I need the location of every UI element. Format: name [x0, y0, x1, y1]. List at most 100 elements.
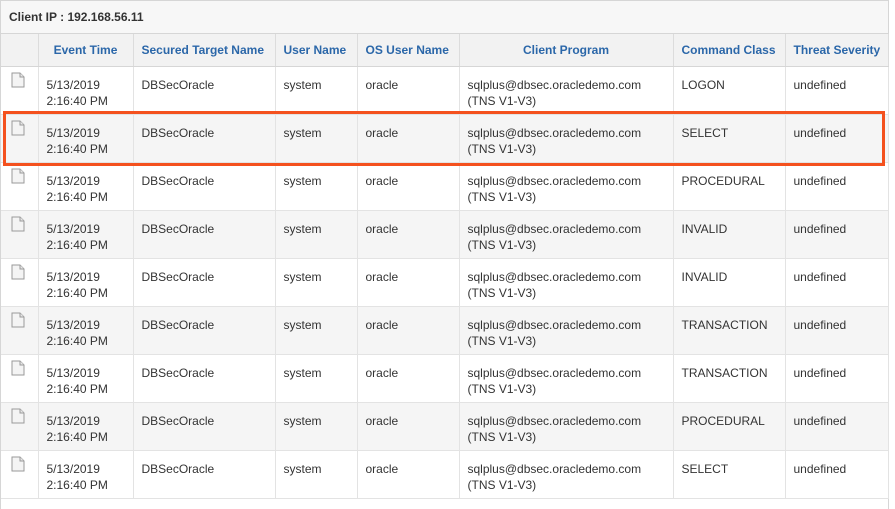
table-row[interactable]: 5/13/2019 2:16:40 PM DBSecOracle system orac…: [1, 354, 889, 403]
column-header-secured-target[interactable]: Secured Target Name: [133, 34, 276, 67]
secured-target-cell: DBSecOracle: [133, 402, 276, 451]
client-program-cell: sqlplus@dbsec.oracledemo.com (TNS V1-V3): [459, 258, 674, 307]
document-icon[interactable]: [11, 216, 25, 232]
table-row[interactable]: 5/13/2019 2:16:40 PM DBSecOracle system orac…: [1, 66, 889, 115]
document-icon[interactable]: [11, 360, 25, 376]
event-time-cell: 5/13/2019 2:16:40 PM: [38, 162, 134, 211]
event-date: 5/13/2019: [46, 318, 100, 332]
user-name-cell: system: [275, 306, 358, 355]
command-class-cell: INVALID: [673, 210, 786, 259]
command-class-cell: TRANSACTION: [673, 354, 786, 403]
row-icon-cell[interactable]: [1, 66, 39, 115]
table-row[interactable]: 5/13/2019 2:16:40 PM DBSecOracle system orac…: [1, 210, 889, 259]
event-date: 5/13/2019: [46, 366, 100, 380]
row-icon-cell[interactable]: [1, 210, 39, 259]
client-program-cell: sqlplus@dbsec.oracledemo.com (TNS V1-V3): [459, 402, 674, 451]
client-program-protocol: (TNS V1-V3): [467, 334, 537, 348]
client-ip-header: Client IP : 192.168.56.11: [1, 1, 888, 34]
client-program-line: sqlplus@dbsec.oracledemo.com: [467, 126, 642, 140]
table-row[interactable]: 5/13/2019 2:16:40 PM DBSecOracle system orac…: [1, 114, 889, 163]
os-user-name-cell: oracle: [357, 450, 460, 499]
event-time-cell: 5/13/2019 2:16:40 PM: [38, 354, 134, 403]
event-time: 2:16:40 PM: [46, 142, 108, 156]
document-icon[interactable]: [11, 168, 25, 184]
user-name-cell: system: [275, 66, 358, 115]
row-icon-cell[interactable]: [1, 162, 39, 211]
table-row[interactable]: 5/13/2019 2:16:40 PM DBSecOracle system orac…: [1, 258, 889, 307]
client-program-protocol: (TNS V1-V3): [467, 478, 537, 492]
secured-target-cell: DBSecOracle: [133, 258, 276, 307]
client-program-cell: sqlplus@dbsec.oracledemo.com (TNS V1-V3): [459, 114, 674, 163]
os-user-name-cell: oracle: [357, 210, 460, 259]
client-program-protocol: (TNS V1-V3): [467, 430, 537, 444]
command-class-cell: INVALID: [673, 258, 786, 307]
threat-severity-cell: undefined: [785, 402, 889, 451]
column-header-os-user-name[interactable]: OS User Name: [357, 34, 460, 67]
command-class-cell: LOGON: [673, 66, 786, 115]
secured-target-cell: DBSecOracle: [133, 162, 276, 211]
os-user-name-cell: oracle: [357, 402, 460, 451]
client-program-cell: sqlplus@dbsec.oracledemo.com (TNS V1-V3): [459, 162, 674, 211]
row-icon-cell[interactable]: [1, 402, 39, 451]
row-icon-cell[interactable]: [1, 306, 39, 355]
threat-severity-cell: undefined: [785, 210, 889, 259]
audit-events-panel: Client IP : 192.168.56.11 Event Time Sec…: [0, 0, 889, 509]
event-time-cell: 5/13/2019 2:16:40 PM: [38, 66, 134, 115]
command-class-cell: TRANSACTION: [673, 306, 786, 355]
event-time-cell: 5/13/2019 2:16:40 PM: [38, 258, 134, 307]
row-icon-cell[interactable]: [1, 450, 39, 499]
user-name-cell: system: [275, 258, 358, 307]
client-program-cell: sqlplus@dbsec.oracledemo.com (TNS V1-V3): [459, 306, 674, 355]
event-time-cell: 5/13/2019 2:16:40 PM: [38, 402, 134, 451]
table-row[interactable]: 5/13/2019 2:16:40 PM DBSecOracle system orac…: [1, 306, 889, 355]
command-class-cell: SELECT: [673, 114, 786, 163]
document-icon[interactable]: [11, 312, 25, 328]
row-icon-cell[interactable]: [1, 354, 39, 403]
document-icon[interactable]: [11, 408, 25, 424]
os-user-name-cell: oracle: [357, 114, 460, 163]
client-program-protocol: (TNS V1-V3): [467, 142, 537, 156]
table-row[interactable]: 5/13/2019 2:16:40 PM DBSecOracle system orac…: [1, 450, 889, 499]
command-class-cell: PROCEDURAL: [673, 162, 786, 211]
column-header-user-name[interactable]: User Name: [275, 34, 358, 67]
event-time: 2:16:40 PM: [46, 190, 108, 204]
row-icon-cell[interactable]: [1, 114, 39, 163]
column-header-event-time[interactable]: Event Time: [38, 34, 134, 67]
user-name-cell: system: [275, 210, 358, 259]
event-time: 2:16:40 PM: [46, 94, 108, 108]
client-program-line: sqlplus@dbsec.oracledemo.com: [467, 270, 642, 284]
user-name-cell: system: [275, 402, 358, 451]
document-icon[interactable]: [11, 264, 25, 280]
command-class-cell: SELECT: [673, 450, 786, 499]
secured-target-cell: DBSecOracle: [133, 210, 276, 259]
secured-target-cell: DBSecOracle: [133, 66, 276, 115]
threat-severity-cell: undefined: [785, 114, 889, 163]
column-header-client-program[interactable]: Client Program: [459, 34, 674, 67]
table-row[interactable]: 5/13/2019 2:16:40 PM DBSecOracle system orac…: [1, 402, 889, 451]
client-program-cell: sqlplus@dbsec.oracledemo.com (TNS V1-V3): [459, 354, 674, 403]
event-time: 2:16:40 PM: [46, 382, 108, 396]
document-icon[interactable]: [11, 120, 25, 136]
threat-severity-cell: undefined: [785, 162, 889, 211]
client-program-cell: sqlplus@dbsec.oracledemo.com (TNS V1-V3): [459, 210, 674, 259]
column-header-command-class[interactable]: Command Class: [673, 34, 786, 67]
threat-severity-cell: undefined: [785, 354, 889, 403]
threat-severity-cell: undefined: [785, 450, 889, 499]
client-program-line: sqlplus@dbsec.oracledemo.com: [467, 414, 642, 428]
client-program-protocol: (TNS V1-V3): [467, 286, 537, 300]
table-row[interactable]: 5/13/2019 2:16:40 PM DBSecOracle system orac…: [1, 162, 889, 211]
table-header-row: Event Time Secured Target Name User Name…: [1, 34, 889, 67]
event-date: 5/13/2019: [46, 462, 100, 476]
client-program-line: sqlplus@dbsec.oracledemo.com: [467, 222, 642, 236]
column-header-threat-severity[interactable]: Threat Severity: [785, 34, 889, 67]
secured-target-cell: DBSecOracle: [133, 354, 276, 403]
os-user-name-cell: oracle: [357, 162, 460, 211]
os-user-name-cell: oracle: [357, 66, 460, 115]
client-program-line: sqlplus@dbsec.oracledemo.com: [467, 462, 642, 476]
row-icon-cell[interactable]: [1, 258, 39, 307]
secured-target-cell: DBSecOracle: [133, 114, 276, 163]
document-icon[interactable]: [11, 456, 25, 472]
event-time-cell: 5/13/2019 2:16:40 PM: [38, 450, 134, 499]
document-icon[interactable]: [11, 72, 25, 88]
client-program-cell: sqlplus@dbsec.oracledemo.com (TNS V1-V3): [459, 66, 674, 115]
